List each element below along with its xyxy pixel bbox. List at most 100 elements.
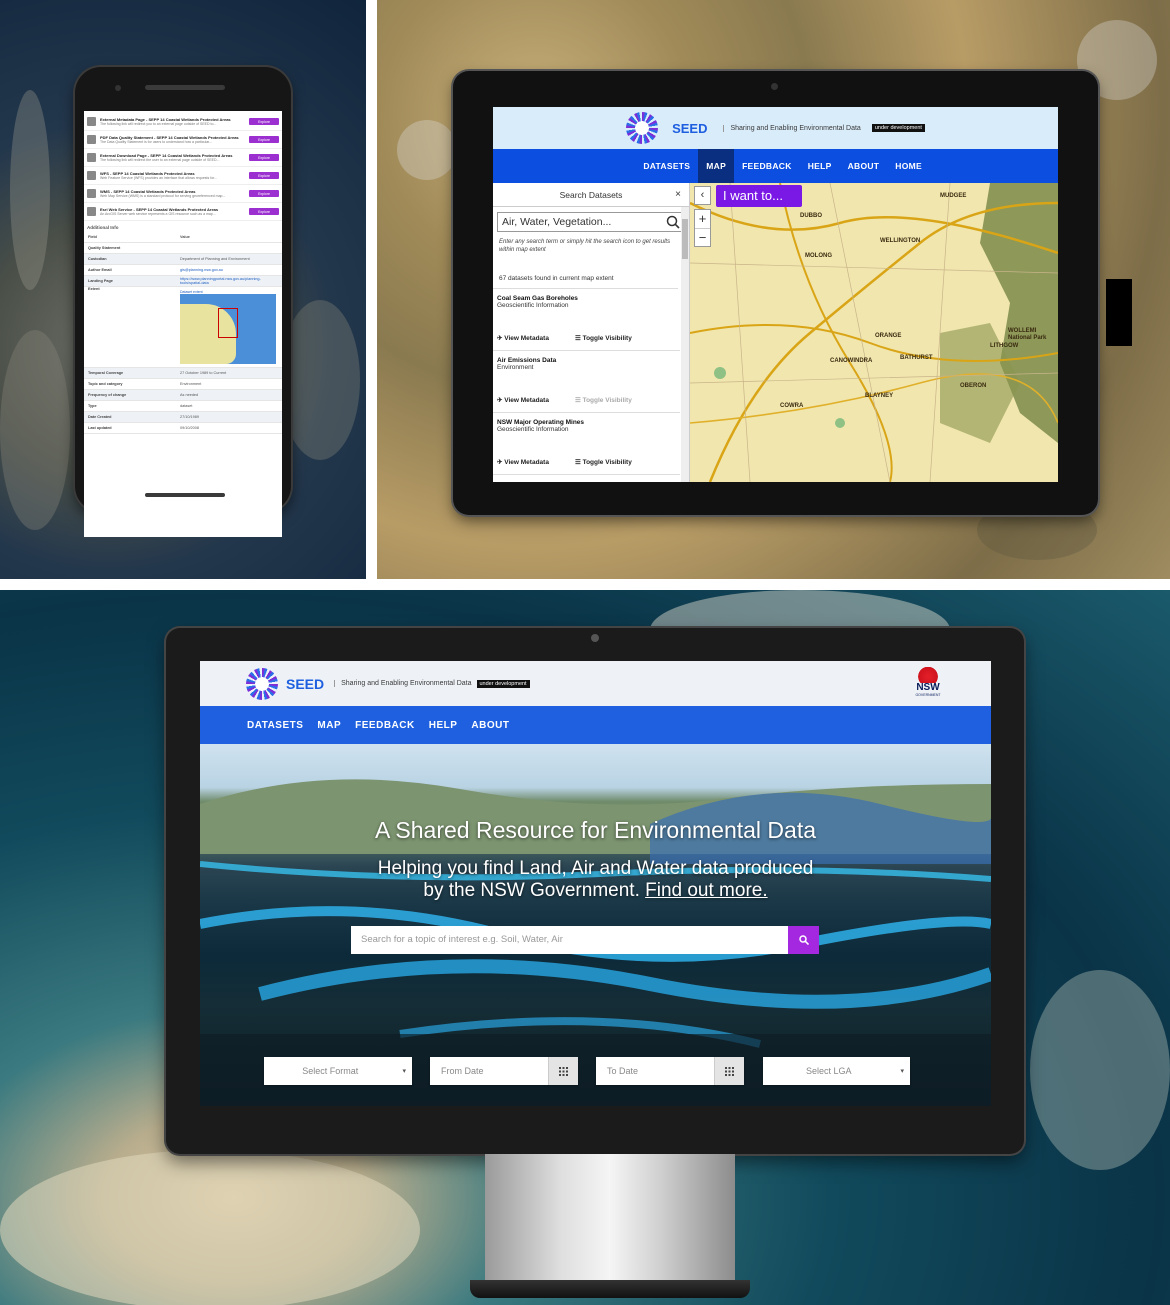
zoom-in-button[interactable]: + — [695, 210, 710, 229]
topographic-map — [690, 183, 1058, 482]
hero-search-button[interactable] — [788, 926, 819, 954]
monitor-stand — [485, 1154, 735, 1294]
nav-item-datasets[interactable]: DATASETS — [635, 149, 698, 183]
toggle-visibility-button[interactable]: ☰ Toggle Visibility — [575, 458, 632, 466]
nav-item-help[interactable]: HELP — [429, 720, 458, 731]
file-icon — [87, 153, 96, 162]
explore-button[interactable]: Explore — [249, 118, 279, 125]
to-date-input[interactable]: To Date — [596, 1057, 744, 1085]
hero-landscape-image — [200, 779, 991, 1106]
explore-button[interactable]: Explore — [249, 208, 279, 215]
file-icon — [87, 171, 96, 180]
search-icon[interactable] — [666, 215, 680, 229]
toggle-visibility-button[interactable]: ☰ Toggle Visibility — [575, 334, 632, 342]
dataset-search-input[interactable]: Air, Water, Vegetation... — [497, 212, 685, 232]
desktop-mockup-panel: SEED Sharing and Enabling Environmental … — [0, 590, 1170, 1305]
brand-name: SEED — [672, 120, 708, 136]
tablet-header: SEED Sharing and Enabling Environmental … — [493, 107, 1058, 149]
monitor-device: SEED Sharing and Enabling Environmental … — [166, 628, 1024, 1154]
nav-item-about[interactable]: ABOUT — [471, 720, 509, 731]
desktop-header: SEED Sharing and Enabling Environmental … — [200, 661, 991, 706]
table-row: Temporal Coverage 27 October 1989 to Curr… — [84, 368, 282, 379]
desktop-screen: SEED Sharing and Enabling Environmental … — [200, 661, 991, 1106]
search-value: Air, Water, Vegetation... — [502, 216, 612, 228]
nav-item-feedback[interactable]: FEEDBACK — [355, 720, 415, 731]
file-icon — [87, 189, 96, 198]
caret-down-icon: ▾ — [402, 1068, 406, 1075]
extent-minimap[interactable] — [180, 294, 276, 364]
map-label: MUDGEE — [940, 193, 967, 199]
explore-button[interactable]: Explore — [249, 154, 279, 161]
brand-tagline: Sharing and Enabling Environmental Data — [334, 680, 472, 687]
table-row: Last updated 09/10/2008 — [84, 423, 282, 434]
download-item: WFS - SEPP 14 Coastal Wetlands Protected… — [84, 167, 282, 185]
explore-button[interactable]: Explore — [249, 190, 279, 197]
table-link[interactable]: gis@planning.nsw.gov.au — [180, 268, 223, 272]
i-want-to-button[interactable]: I want to... — [716, 185, 802, 207]
table-header: Field Value — [84, 232, 282, 243]
download-item: PDF Data Quality Statement - SEPP 14 Coa… — [84, 131, 282, 149]
find-out-more-link[interactable]: Find out more. — [645, 880, 768, 901]
toggle-visibility-button[interactable]: ☰ Toggle Visibility — [575, 396, 632, 404]
nav-item-datasets[interactable]: DATASETS — [247, 720, 303, 731]
nav-item-map[interactable]: MAP — [317, 720, 341, 731]
table-row: Topic and category Environment — [84, 379, 282, 390]
view-metadata-button[interactable]: ✈ View Metadata — [497, 458, 549, 466]
hero-title: A Shared Resource for Environmental Data — [374, 817, 817, 843]
search-hint: Enter any search term or simply hit the … — [499, 239, 671, 254]
table-row: Extent Dataset extent — [84, 287, 282, 368]
waratah-icon — [915, 667, 941, 683]
calendar-icon[interactable] — [548, 1057, 578, 1085]
dev-badge: under development — [871, 124, 925, 132]
table-link[interactable]: https://www.planningportal.nsw.gov.au/pl… — [180, 277, 261, 285]
sidebar-scrollbar[interactable] — [681, 207, 689, 482]
hero-section: A Shared Resource for Environmental Data… — [200, 744, 991, 1106]
tablet-mockup-panel: SEED Sharing and Enabling Environmental … — [377, 0, 1170, 579]
zoom-control: + − — [694, 209, 711, 247]
file-icon — [87, 207, 96, 216]
nav-item-about[interactable]: ABOUT — [840, 149, 888, 183]
nsw-government-logo: NSW GOVERNMENT — [909, 667, 947, 701]
map-label: WELLINGTON — [880, 238, 921, 244]
brand-tagline: Sharing and Enabling Environmental Data — [723, 124, 861, 132]
nav-item-map[interactable]: MAP — [698, 149, 735, 183]
search-icon — [798, 935, 809, 945]
hero-search-input[interactable]: Search for a topic of interest e.g. Soil… — [351, 926, 788, 954]
close-icon[interactable]: × — [675, 189, 681, 200]
collapse-sidebar-button[interactable]: ‹ — [694, 186, 711, 205]
map-label: LITHGOW — [990, 343, 1019, 349]
map-view[interactable]: DUBBO WELLINGTON MOLONG ORANGE BATHURST CANOW… — [690, 183, 1058, 482]
explore-button[interactable]: Explore — [249, 136, 279, 143]
desktop-nav: DATASETS MAP FEEDBACK HELP ABOUT — [200, 706, 991, 744]
monitor-stand-base — [470, 1280, 750, 1298]
seed-logo-icon — [246, 667, 278, 700]
tablet-device: SEED Sharing and Enabling Environmental … — [453, 71, 1132, 515]
table-row: Frequency of change As needed — [84, 390, 282, 401]
download-list: External Metadata Page - SEPP 14 Coastal… — [84, 113, 282, 221]
seed-logo-icon — [626, 112, 659, 144]
nav-item-help[interactable]: HELP — [800, 149, 840, 183]
from-date-input[interactable]: From Date — [430, 1057, 578, 1085]
table-row: Landing Page https://www.planningportal.n… — [84, 276, 282, 287]
table-row: Quality Statement — [84, 243, 282, 254]
caret-down-icon: ▾ — [900, 1068, 904, 1075]
select-lga-dropdown[interactable]: Select LGA ▾ — [763, 1057, 910, 1085]
view-metadata-button[interactable]: ✈ View Metadata — [497, 334, 549, 342]
table-row: Date Created 27/10/1989 — [84, 412, 282, 423]
calendar-icon[interactable] — [714, 1057, 744, 1085]
explore-button[interactable]: Explore — [249, 172, 279, 179]
zoom-out-button[interactable]: − — [695, 229, 710, 247]
select-format-dropdown[interactable]: Select Format ▾ — [264, 1057, 412, 1085]
sidebar-title: Search Datasets — [559, 189, 623, 200]
brand-name: SEED — [286, 675, 325, 692]
sidebar-header: Search Datasets × — [493, 183, 689, 207]
download-item: External Download Page - SEPP 14 Coastal… — [84, 149, 282, 167]
file-icon — [87, 117, 96, 126]
download-item: Esri Web Service - SEPP 14 Coastal Wetla… — [84, 203, 282, 221]
phone-mockup-panel: External Metadata Page - SEPP 14 Coastal… — [0, 0, 366, 579]
nav-item-feedback[interactable]: FEEDBACK — [734, 149, 800, 183]
view-metadata-button[interactable]: ✈ View Metadata — [497, 396, 549, 404]
map-label: CANOWINDRA — [830, 358, 873, 364]
nav-item-home[interactable]: HOME — [887, 149, 930, 183]
map-label: COWRA — [780, 403, 804, 409]
